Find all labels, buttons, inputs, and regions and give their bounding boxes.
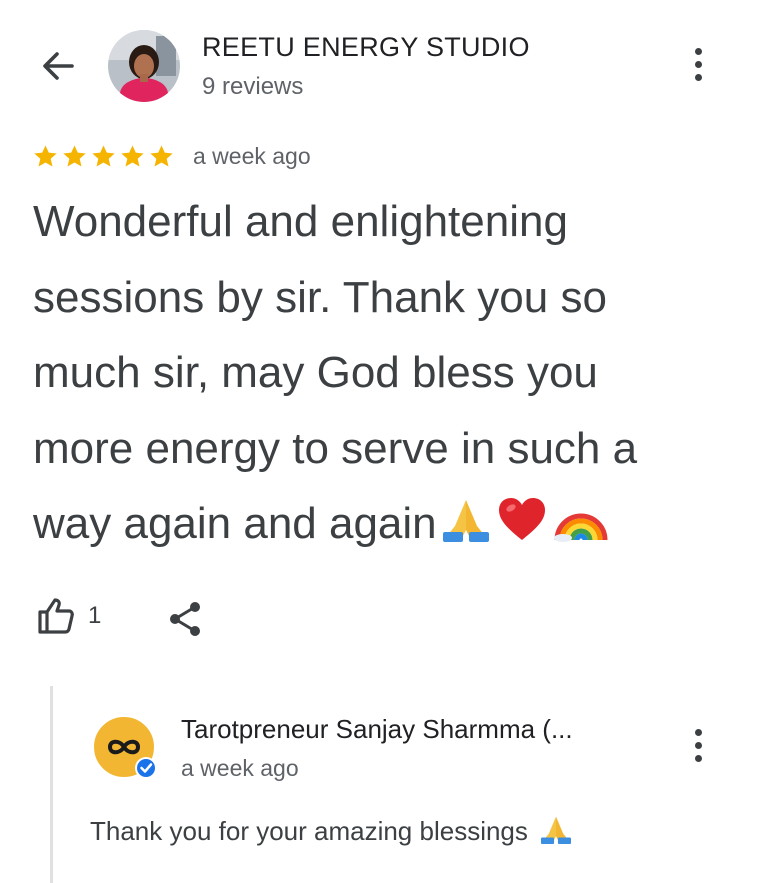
review-detail-screen: REETU ENERGY STUDIO 9 reviews a week ago… — [0, 0, 757, 883]
reviewer-avatar[interactable] — [108, 30, 180, 102]
more-options-button[interactable] — [683, 40, 713, 88]
emoji-group — [441, 490, 609, 566]
owner-avatar[interactable] — [90, 713, 160, 783]
folded-hands-emoji-icon — [541, 816, 572, 844]
reply-body: Thank you for your amazing blessings — [90, 816, 528, 846]
emoji-group — [539, 814, 573, 851]
star-icon — [150, 145, 173, 167]
more-vert-icon — [694, 728, 702, 736]
share-button[interactable] — [166, 600, 204, 638]
reply-more-options-button[interactable] — [683, 721, 713, 769]
folded-hands-emoji-icon — [442, 500, 489, 542]
review-count[interactable]: 9 reviews — [202, 73, 303, 101]
back-button[interactable] — [30, 42, 86, 90]
rating-row: a week ago — [32, 143, 311, 170]
reply-date: a week ago — [181, 755, 299, 781]
owner-name[interactable]: Tarotpreneur Sanjay Sharmma (... — [181, 714, 573, 745]
reply-divider — [50, 686, 53, 883]
review-date: a week ago — [193, 143, 311, 169]
star-icon — [121, 145, 144, 167]
share-icon — [170, 602, 200, 636]
red-heart-emoji-icon — [498, 498, 545, 540]
verified-badge-icon — [137, 759, 155, 777]
thumb-up-icon — [38, 598, 74, 634]
star-icon — [63, 145, 86, 167]
star-icon — [92, 145, 115, 167]
like-button[interactable]: 1 — [36, 596, 101, 636]
star-icon — [34, 145, 57, 167]
star-rating — [32, 143, 175, 170]
page-title: REETU ENERGY STUDIO — [202, 32, 530, 62]
review-text: Wonderful and enlightening sessions by s… — [33, 184, 733, 566]
reply-text: Thank you for your amazing blessings — [90, 814, 573, 851]
more-vert-icon — [694, 47, 702, 55]
like-count: 1 — [88, 602, 102, 629]
arrow-back-icon — [43, 52, 74, 80]
rainbow-emoji-icon — [553, 513, 608, 542]
